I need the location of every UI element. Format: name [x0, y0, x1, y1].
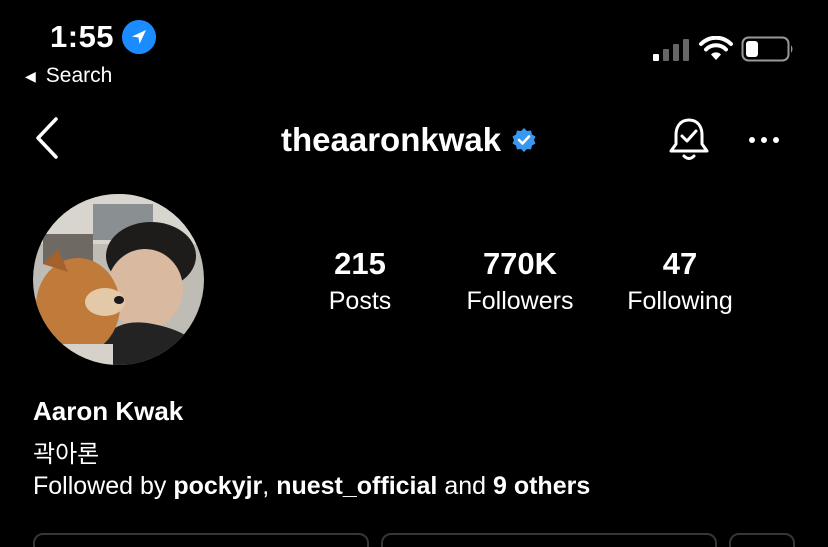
followers-count: 770K: [482, 246, 558, 281]
posts-stat[interactable]: 215 Posts: [310, 244, 410, 318]
back-to-search-label: Search: [45, 64, 113, 87]
battery-icon: [741, 36, 793, 62]
notification-bell-icon[interactable]: [667, 116, 711, 164]
username: theaaronkwak: [281, 121, 502, 158]
followed-by-and: and: [444, 472, 487, 500]
followed-by-user-nuest-official[interactable]: nuest_official: [276, 472, 437, 500]
back-triangle-icon: ◀: [25, 67, 36, 84]
profile-username-header: theaaronkwak: [281, 118, 537, 162]
profile-korean-name: 곽아론: [33, 441, 100, 468]
followers-label: Followers: [466, 287, 574, 315]
back-to-search-link[interactable]: ◀ Search: [25, 64, 112, 88]
cellular-signal-icon: [653, 39, 689, 61]
followed-by-separator: ,: [262, 472, 270, 500]
profile-screen: 1:55 ◀ Search theaaronkwak 215 Posts 770…: [0, 0, 828, 547]
message-button[interactable]: [381, 533, 717, 547]
profile-display-name: Aaron Kwak: [33, 396, 184, 426]
follow-button[interactable]: [33, 533, 369, 547]
verified-badge-icon: [512, 128, 536, 152]
following-count: 47: [662, 246, 698, 281]
location-arrow-icon: [122, 20, 156, 54]
avatar-photo: [33, 194, 204, 365]
wifi-icon: [699, 36, 733, 60]
followed-by-others[interactable]: 9 others: [493, 472, 590, 500]
following-stat[interactable]: 47 Following: [612, 244, 748, 318]
more-options-icon[interactable]: [746, 128, 782, 152]
suggested-accounts-button[interactable]: [729, 533, 795, 547]
posts-count: 215: [334, 246, 386, 281]
followers-stat[interactable]: 770K Followers: [450, 244, 590, 318]
back-chevron-icon[interactable]: [32, 116, 62, 160]
followed-by-user-pockyjr[interactable]: pockyjr: [173, 472, 262, 500]
profile-avatar[interactable]: [33, 194, 204, 365]
followed-by-line[interactable]: Followed by pockyjr, nuest_official and …: [33, 472, 590, 501]
followed-by-prefix: Followed by: [33, 472, 167, 500]
following-label: Following: [627, 287, 733, 315]
status-time: 1:55: [50, 19, 115, 54]
posts-label: Posts: [328, 287, 392, 315]
